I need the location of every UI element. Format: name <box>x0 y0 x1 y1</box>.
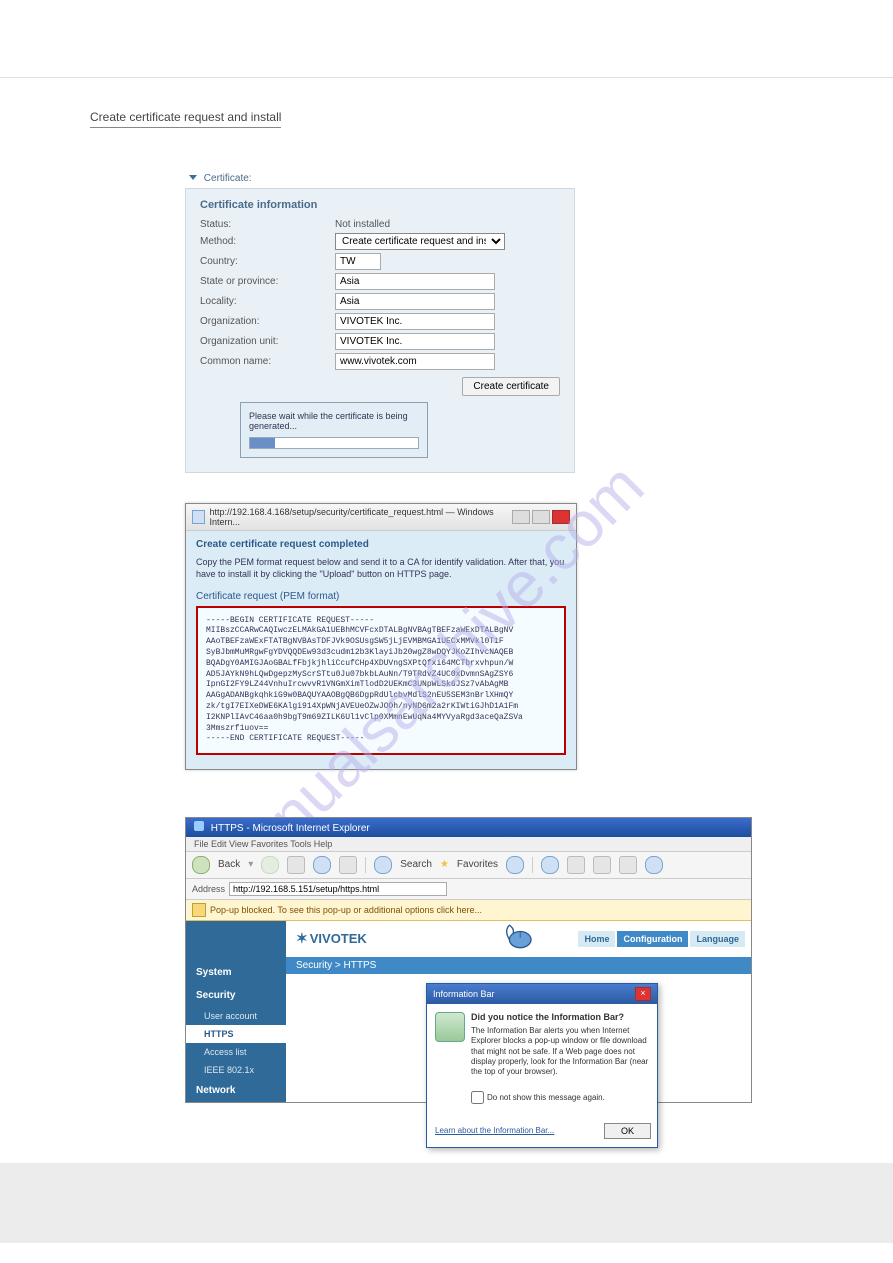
maximize-button[interactable] <box>532 510 550 524</box>
ok-button[interactable]: OK <box>604 1123 651 1139</box>
addr-label: Address <box>192 884 225 894</box>
step-title: Create certificate request and install <box>90 110 281 128</box>
org-label: Organization: <box>200 316 335 327</box>
chevron-down-icon <box>189 175 197 180</box>
breadcrumb: Security > HTTPS <box>286 957 751 974</box>
cert-request-heading: Create certificate request completed <box>196 539 566 550</box>
sidebar-https[interactable]: HTTPS <box>186 1025 286 1043</box>
back-label[interactable]: Back <box>218 859 240 870</box>
sidebar-access-list[interactable]: Access list <box>186 1043 286 1061</box>
ie-toolbar: Back ▾ Search ★ Favorites <box>186 852 751 879</box>
certificate-panel-title: Certificate information <box>200 199 560 211</box>
home-icon[interactable] <box>339 856 357 874</box>
locality-input[interactable] <box>335 293 495 310</box>
cert-request-window-title: http://192.168.4.168/setup/security/cert… <box>209 507 512 527</box>
dialog-title: Information Bar <box>433 989 495 999</box>
country-input[interactable] <box>335 253 381 270</box>
locality-label: Locality: <box>200 296 335 307</box>
state-label: State or province: <box>200 276 335 287</box>
minimize-button[interactable] <box>512 510 530 524</box>
edit-icon[interactable] <box>619 856 637 874</box>
certificate-expand[interactable]: Certificate: <box>185 173 575 184</box>
sidebar-user-account[interactable]: User account <box>186 1007 286 1025</box>
nav-language[interactable]: Language <box>690 931 745 947</box>
state-input[interactable] <box>335 273 495 290</box>
cert-request-window: http://192.168.4.168/setup/security/cert… <box>185 503 577 771</box>
status-label: Status: <box>200 219 335 230</box>
ie-infobar[interactable]: Pop-up blocked. To see this pop-up or ad… <box>186 900 751 921</box>
nav-home[interactable]: Home <box>578 931 615 947</box>
dont-show-checkbox[interactable] <box>471 1091 484 1104</box>
create-certificate-button[interactable]: Create certificate <box>462 377 560 396</box>
cert-request-text: Copy the PEM format request below and se… <box>196 556 566 581</box>
cn-label: Common name: <box>200 356 335 367</box>
top-nav: Home Configuration Language <box>578 931 745 947</box>
info-bar-dialog: Information Bar × Did you notice the Inf… <box>426 983 658 1148</box>
search-icon[interactable] <box>374 856 392 874</box>
sidebar-security[interactable]: Security <box>186 984 286 1007</box>
page-header <box>0 0 893 78</box>
orgunit-label: Organization unit: <box>200 336 335 347</box>
org-input[interactable] <box>335 313 495 330</box>
learn-link[interactable]: Learn about the Information Bar... <box>435 1126 554 1135</box>
sidebar-8021x[interactable]: IEEE 802.1x <box>186 1061 286 1079</box>
progress-bar <box>249 437 419 449</box>
vivotek-logo: ✶ VIVOTEK Home Configuration Language <box>286 921 751 957</box>
search-label[interactable]: Search <box>400 859 432 870</box>
dialog-close-button[interactable]: × <box>635 987 651 1001</box>
refresh-icon[interactable] <box>313 856 331 874</box>
mouse-icon <box>504 921 540 951</box>
orgunit-input[interactable] <box>335 333 495 350</box>
nav-config[interactable]: Configuration <box>617 931 688 947</box>
country-label: Country: <box>200 256 335 267</box>
pem-box[interactable]: -----BEGIN CERTIFICATE REQUEST----- MIIB… <box>196 606 566 756</box>
page-footer <box>0 1163 893 1243</box>
forward-icon[interactable] <box>261 856 279 874</box>
print-icon[interactable] <box>593 856 611 874</box>
sidebar-network[interactable]: Network <box>186 1079 286 1102</box>
ie-sidebar: System Security User account HTTPS Acces… <box>186 921 286 1102</box>
method-label: Method: <box>200 236 335 247</box>
sidebar-system[interactable]: System <box>186 961 286 984</box>
popup-blocked-icon <box>192 903 206 917</box>
status-value: Not installed <box>335 219 560 230</box>
cert-request-sub: Certificate request (PEM format) <box>196 591 566 602</box>
media-icon[interactable] <box>506 856 524 874</box>
generating-box: Please wait while the certificate is bei… <box>240 402 428 458</box>
method-select[interactable]: Create certificate request and install <box>335 233 505 250</box>
mail-icon[interactable] <box>567 856 585 874</box>
favorites-label[interactable]: Favorites <box>457 859 498 870</box>
discuss-icon[interactable] <box>645 856 663 874</box>
generating-text: Please wait while the certificate is bei… <box>249 411 408 431</box>
dialog-question: Did you notice the Information Bar? <box>471 1012 649 1022</box>
dialog-text: The Information Bar alerts you when Inte… <box>471 1026 649 1078</box>
ie-screenshot: HTTPS - Microsoft Internet Explorer File… <box>185 817 752 1103</box>
certificate-form-screenshot: Certificate: Certificate information Sta… <box>185 173 575 473</box>
info-icon <box>435 1012 465 1042</box>
history-icon[interactable] <box>541 856 559 874</box>
stop-icon[interactable] <box>287 856 305 874</box>
dont-show-label: Do not show this message again. <box>487 1093 605 1102</box>
ie-menu[interactable]: File Edit View Favorites Tools Help <box>186 837 751 852</box>
ie-icon <box>194 821 204 831</box>
addr-input[interactable] <box>229 882 447 896</box>
certificate-expand-label: Certificate: <box>204 173 252 184</box>
page-icon <box>192 510 205 524</box>
cn-input[interactable] <box>335 353 495 370</box>
close-button[interactable] <box>552 510 570 524</box>
ie-title: HTTPS - Microsoft Internet Explorer <box>186 818 751 837</box>
back-icon[interactable] <box>192 856 210 874</box>
